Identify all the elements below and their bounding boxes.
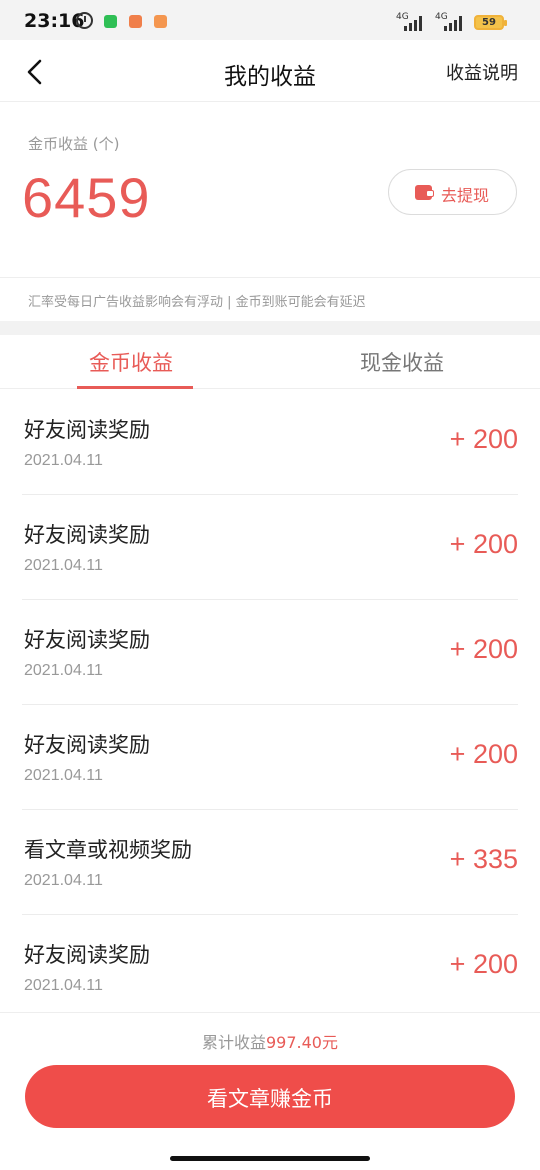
record-date: 2021.04.11: [24, 662, 103, 679]
coin-earnings-label: 金币收益 (个): [28, 135, 120, 153]
record-amount: + 200: [449, 424, 518, 454]
main-button-label: 看文章赚金币: [207, 1087, 333, 1111]
record-title: 好友阅读奖励: [24, 418, 150, 442]
list-item[interactable]: 好友阅读奖励 2021.04.11 + 200: [22, 390, 518, 495]
record-amount: + 200: [449, 949, 518, 979]
list-item[interactable]: 看文章或视频奖励 2021.04.11 + 335: [22, 810, 518, 915]
status-bar: 23:16 4G 4G 59: [0, 0, 540, 40]
wechat-notification-icon: [104, 15, 117, 28]
record-amount: + 200: [449, 529, 518, 559]
list-item[interactable]: 好友阅读奖励 2021.04.11 + 200: [22, 915, 518, 1020]
record-title: 好友阅读奖励: [24, 943, 150, 967]
total-earnings-label: 累计收益: [201, 1033, 266, 1052]
total-earnings-amount: 997.40元: [266, 1033, 338, 1052]
battery-icon: 59: [474, 15, 507, 30]
home-indicator[interactable]: [170, 1156, 370, 1161]
signal-icon: [404, 15, 426, 31]
app-notification-icon: [154, 15, 167, 28]
record-amount: + 200: [449, 739, 518, 769]
list-item[interactable]: 好友阅读奖励 2021.04.11 + 200: [22, 705, 518, 810]
record-title: 好友阅读奖励: [24, 523, 150, 547]
section-divider: [0, 321, 540, 335]
record-date: 2021.04.11: [24, 767, 103, 784]
exchange-notice: 汇率受每日广告收益影响会有浮动 | 金币到账可能会有延迟: [0, 277, 540, 321]
withdraw-button[interactable]: 去提现: [388, 169, 517, 215]
earnings-tabs: 金币收益 现金收益: [0, 335, 540, 389]
tab-cash-earnings[interactable]: 现金收益: [360, 347, 444, 377]
wallet-icon: [415, 185, 434, 200]
record-date: 2021.04.11: [24, 977, 103, 994]
earnings-explanation-link[interactable]: 收益说明: [446, 59, 518, 85]
coin-earnings-value: 6459: [22, 166, 151, 229]
withdraw-label: 去提现: [441, 186, 490, 205]
signal-icon: [444, 15, 466, 31]
earnings-summary: 金币收益 (个) 6459 去提现: [0, 103, 540, 277]
app-notification-icon: [129, 15, 142, 28]
notice-text: 汇率受每日广告收益影响会有浮动 | 金币到账可能会有延迟: [28, 295, 366, 310]
tab-coin-earnings[interactable]: 金币收益: [89, 347, 173, 377]
record-amount: + 335: [449, 844, 518, 874]
list-item[interactable]: 好友阅读奖励 2021.04.11 + 200: [22, 495, 518, 600]
record-amount: + 200: [449, 634, 518, 664]
footer: 累计收益997.40元 看文章赚金币: [0, 1012, 540, 1170]
record-title: 看文章或视频奖励: [24, 838, 192, 862]
active-tab-indicator: [77, 386, 193, 389]
earnings-list: 好友阅读奖励 2021.04.11 + 200 好友阅读奖励 2021.04.1…: [0, 390, 540, 1020]
record-date: 2021.04.11: [24, 452, 103, 469]
record-title: 好友阅读奖励: [24, 628, 150, 652]
record-title: 好友阅读奖励: [24, 733, 150, 757]
record-date: 2021.04.11: [24, 557, 103, 574]
record-date: 2021.04.11: [24, 872, 103, 889]
list-item[interactable]: 好友阅读奖励 2021.04.11 + 200: [22, 600, 518, 705]
read-articles-earn-coins-button[interactable]: 看文章赚金币: [25, 1065, 515, 1128]
nav-header: 我的收益 收益说明: [0, 40, 540, 102]
alarm-icon: [76, 12, 93, 29]
total-earnings: 累计收益997.40元: [0, 1029, 540, 1053]
